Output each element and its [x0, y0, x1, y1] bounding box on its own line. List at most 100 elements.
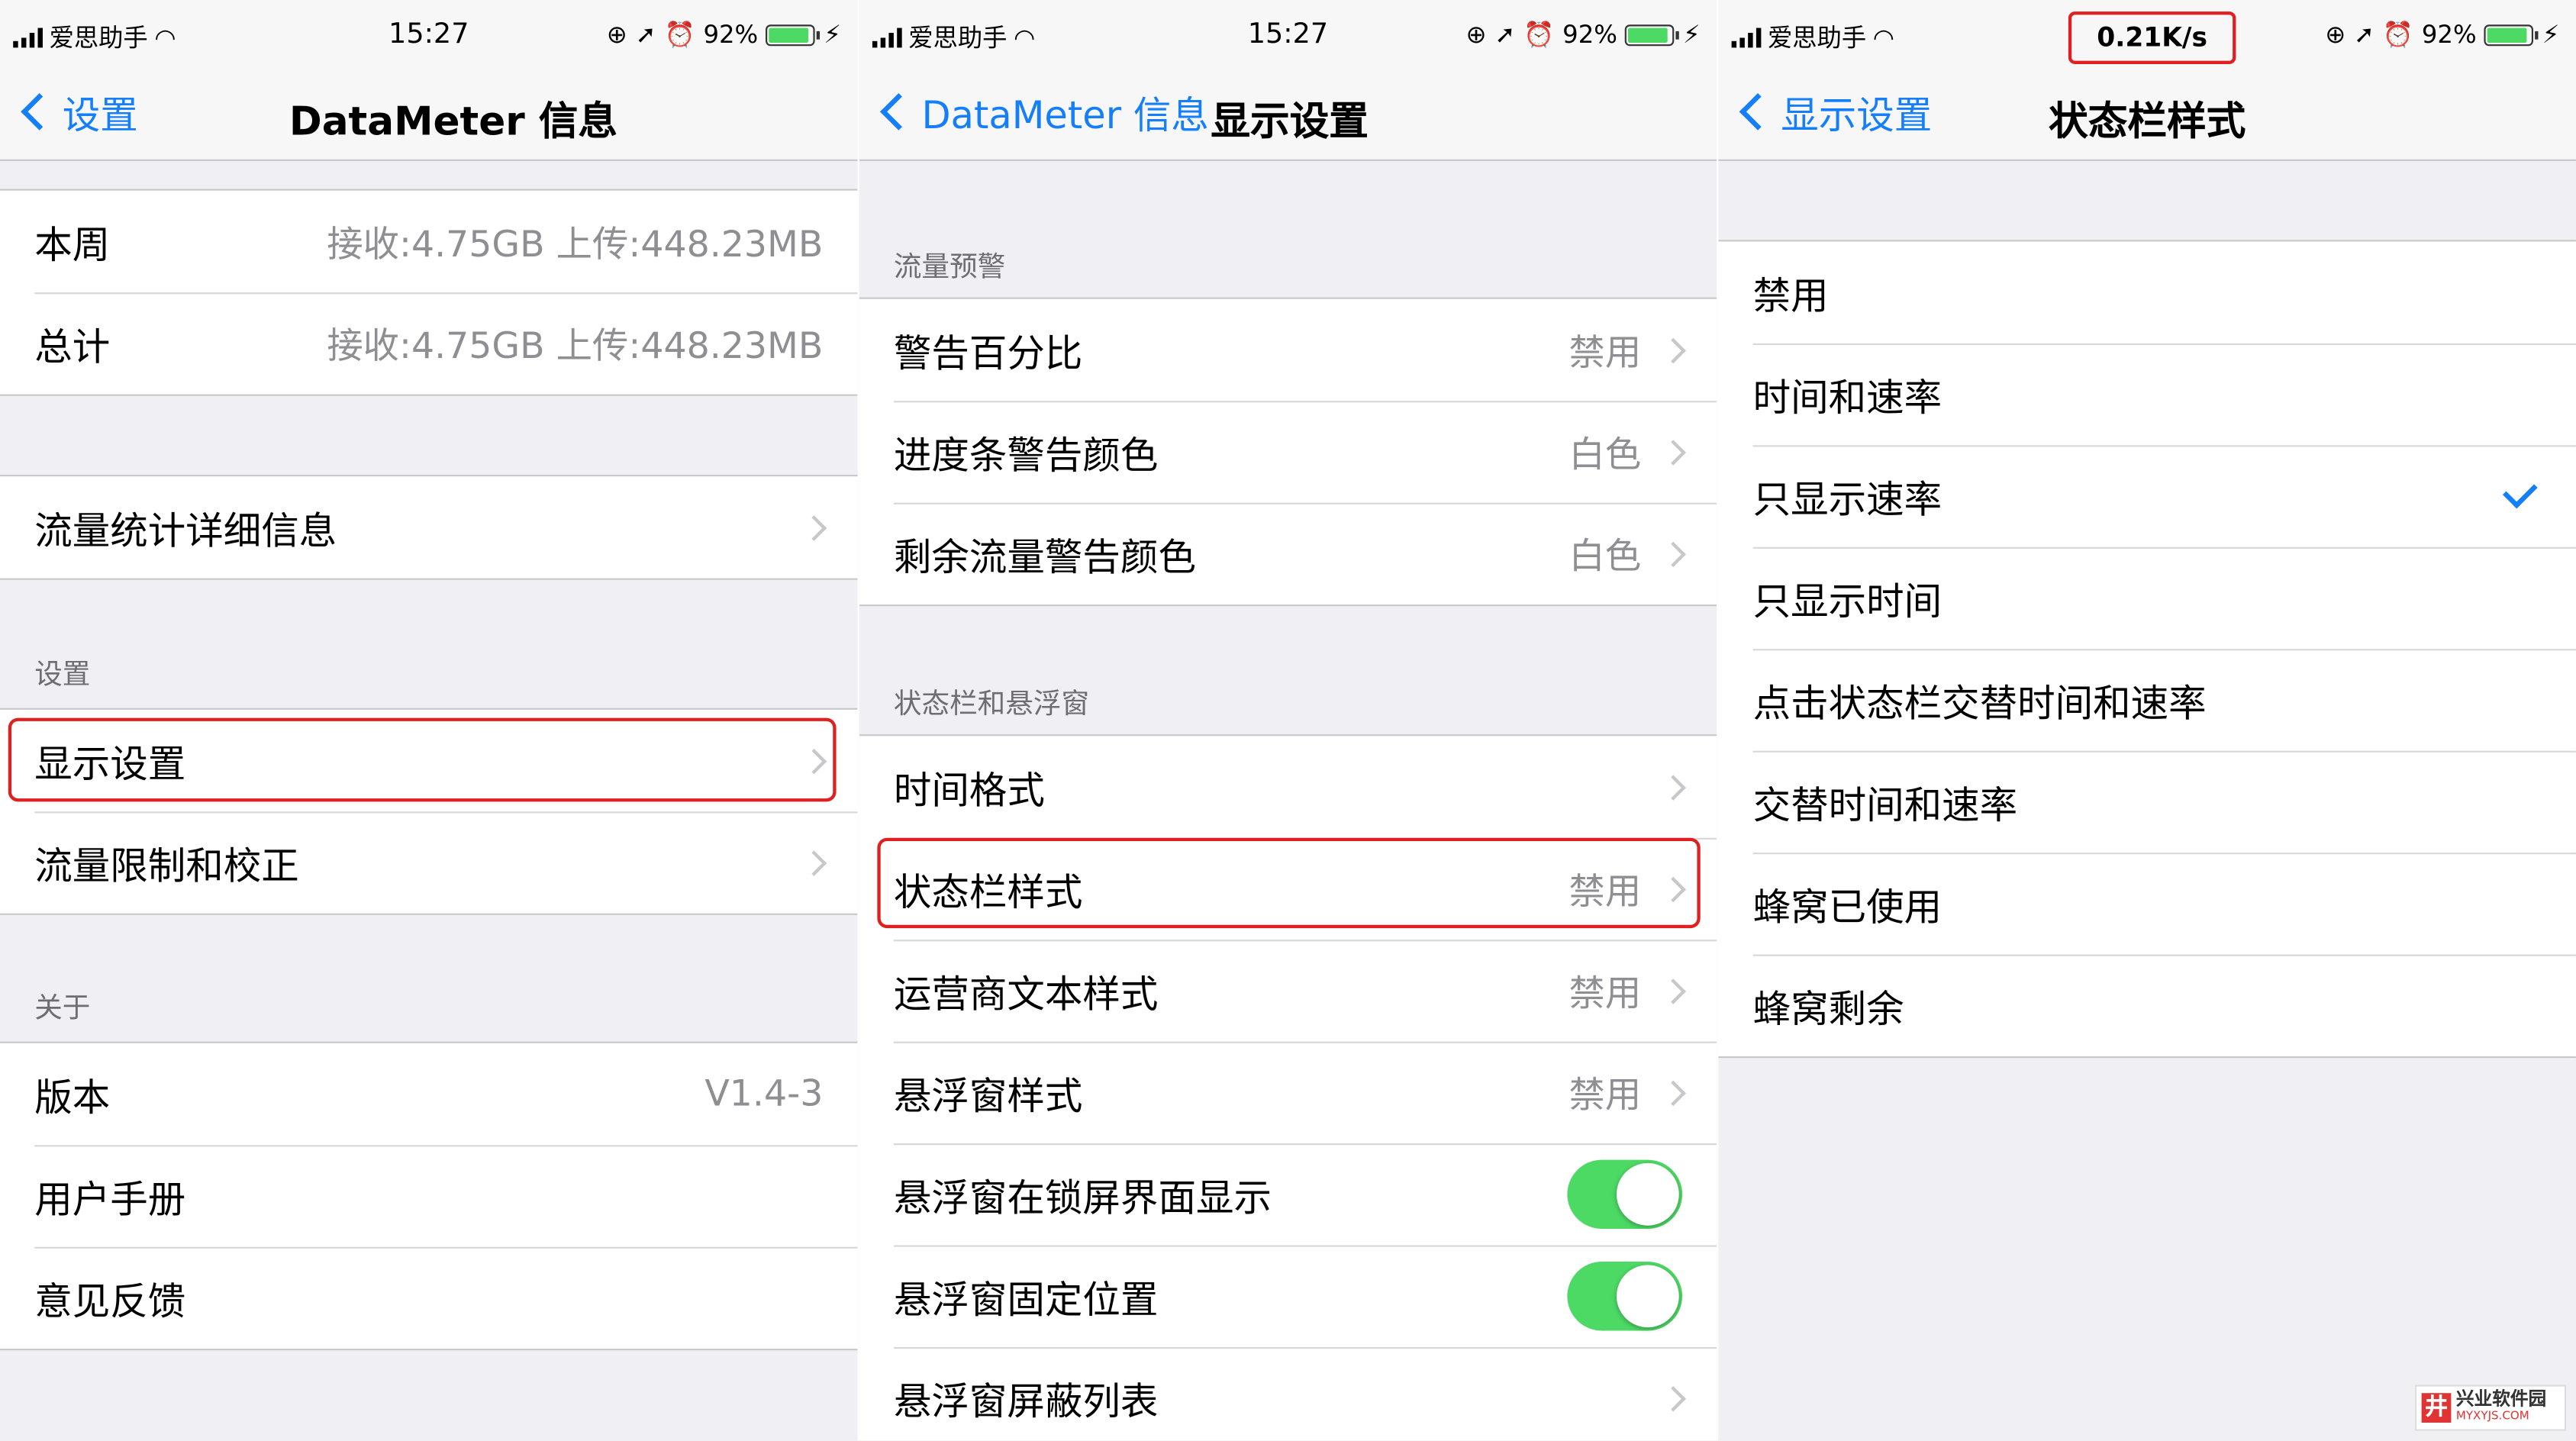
checkmark-icon [2502, 473, 2538, 509]
row-label: 时间格式 [893, 770, 1045, 814]
option-row[interactable]: 蜂窝剩余 [1718, 954, 2576, 1056]
row-label: 运营商文本样式 [893, 974, 1159, 1017]
nav-bar: 设置 DataMeter 信息 [0, 72, 858, 161]
chevron-right-icon [801, 849, 827, 875]
nav-bar: 显示设置 状态栏样式 [1718, 72, 2576, 161]
status-bar: 爱思助手 ◠ 15:27 ⊕ ➚ ⏰ 92% ⚡ [0, 0, 858, 73]
usage-row-week: 本周 接收:4.75GB 上传:448.23MB [0, 191, 858, 292]
feedback-row[interactable]: 意见反馈 [0, 1246, 858, 1349]
option-label: 禁用 [1752, 276, 1829, 319]
chevron-left-icon [21, 93, 59, 131]
location-icon: ➚ [635, 19, 656, 50]
option-row[interactable]: 只显示时间 [1718, 546, 2576, 649]
battery-percent: 92% [2421, 19, 2477, 50]
option-row[interactable]: 蜂窝已使用 [1718, 853, 2576, 954]
option-row[interactable]: 时间和速率 [1718, 343, 2576, 445]
back-label: 显示设置 [1781, 95, 1933, 138]
back-button[interactable]: 设置 [17, 85, 138, 138]
section-header-settings: 设置 [34, 659, 91, 692]
section-header-warning: 流量预警 [893, 251, 1006, 285]
chevron-right-icon [1660, 1385, 1686, 1411]
chevron-right-icon [1660, 439, 1686, 465]
row-label: 显示设置 [34, 744, 186, 787]
panel-divider [1717, 0, 1719, 1441]
progress-warning-color-row[interactable]: 进度条警告颜色 白色 [859, 401, 1717, 502]
battery-icon [766, 24, 821, 46]
watermark-name: 兴业软件园 [2455, 1388, 2547, 1410]
back-label: 设置 [62, 95, 138, 138]
option-row[interactable]: 禁用 [1718, 241, 2576, 343]
version-value: V1.4-3 [704, 1073, 824, 1115]
option-label: 只显示速率 [1752, 479, 1942, 523]
chevron-right-icon [1660, 540, 1686, 567]
watermark-url: MYXYJS.COM [2455, 1409, 2529, 1423]
warning-percent-row[interactable]: 警告百分比 禁用 [859, 299, 1717, 401]
row-label: 本周 [34, 224, 111, 268]
alarm-icon: ⏰ [664, 19, 695, 50]
chevron-left-icon [880, 93, 917, 131]
option-row[interactable]: 交替时间和速率 [1718, 750, 2576, 853]
row-label: 悬浮窗屏蔽列表 [893, 1381, 1159, 1425]
screenshot-stage: 爱思助手 ◠ 15:27 ⊕ ➚ ⏰ 92% ⚡ 设置 DataMeter 信息 [0, 0, 2576, 1441]
row-label: 悬浮窗固定位置 [893, 1279, 1159, 1323]
rotation-lock-icon: ⊕ [1465, 19, 1487, 50]
rotation-lock-icon: ⊕ [606, 19, 627, 50]
nav-bar: DataMeter 信息 显示设置 [859, 72, 1717, 161]
statusbar-style-row[interactable]: 状态栏样式 禁用 [859, 837, 1717, 940]
row-label: 进度条警告颜色 [893, 435, 1159, 479]
remaining-warning-color-row[interactable]: 剩余流量警告颜色 白色 [859, 502, 1717, 604]
time-format-row[interactable]: 时间格式 [859, 736, 1717, 837]
row-value: 禁用 [1568, 333, 1642, 375]
limit-calibrate-row[interactable]: 流量限制和校正 [0, 811, 858, 913]
option-label: 点击状态栏交替时间和速率 [1752, 683, 2207, 727]
row-value: 接收:4.75GB 上传:448.23MB [327, 224, 824, 266]
display-settings-row[interactable]: 显示设置 [0, 710, 858, 811]
chevron-right-icon [1660, 875, 1686, 902]
statusbar-style-options: 禁用 时间和速率 只显示速率 只显示时间 点击状态栏交替时间和速率 交替时间和速… [1718, 240, 2576, 1059]
signal-icon [1731, 27, 1762, 47]
option-label: 蜂窝已使用 [1752, 887, 1942, 930]
carrier-label: 爱思助手 [1767, 23, 1867, 53]
row-value: 白色 [1568, 537, 1642, 579]
speed-readout: 0.21K/s [2068, 11, 2236, 64]
rotation-lock-icon: ⊕ [2325, 19, 2346, 50]
row-label: 状态栏样式 [893, 872, 1083, 915]
row-label: 悬浮窗样式 [893, 1075, 1083, 1119]
battery-icon [2484, 24, 2539, 46]
option-row[interactable]: 点击状态栏交替时间和速率 [1718, 649, 2576, 750]
option-label: 交替时间和速率 [1752, 785, 2018, 828]
usage-row-total: 总计 接收:4.75GB 上传:448.23MB [0, 292, 858, 394]
option-label: 蜂窝剩余 [1752, 988, 1904, 1032]
panel-divider [857, 0, 859, 1441]
back-label: DataMeter 信息 [921, 95, 1209, 138]
charging-icon: ⚡ [1683, 19, 1701, 50]
floating-window-style-row[interactable]: 悬浮窗样式 禁用 [859, 1041, 1717, 1143]
row-label: 用户手册 [34, 1179, 186, 1223]
location-icon: ➚ [1494, 19, 1516, 50]
panel-datameter-info: 爱思助手 ◠ 15:27 ⊕ ➚ ⏰ 92% ⚡ 设置 DataMeter 信息 [0, 0, 858, 1441]
row-label: 意见反馈 [34, 1281, 186, 1324]
chevron-left-icon [1739, 93, 1777, 131]
fixed-position-toggle[interactable] [1567, 1262, 1683, 1331]
page-title: 状态栏样式 [2049, 98, 2246, 145]
user-manual-row[interactable]: 用户手册 [0, 1145, 858, 1246]
status-bar: 爱思助手 ◠ 15:27 ⊕ ➚ ⏰ 92% ⚡ [859, 0, 1717, 73]
alarm-icon: ⏰ [2382, 19, 2414, 50]
option-label: 时间和速率 [1752, 378, 1942, 421]
battery-percent: 92% [703, 19, 759, 50]
carrier-text-style-row[interactable]: 运营商文本样式 禁用 [859, 940, 1717, 1041]
battery-percent: 92% [1562, 19, 1617, 50]
chevron-right-icon [1660, 337, 1686, 363]
chevron-right-icon [801, 747, 827, 774]
lockscreen-float-row: 悬浮窗在锁屏界面显示 [859, 1143, 1717, 1245]
detail-stats-row[interactable]: 流量统计详细信息 [0, 476, 858, 578]
back-button[interactable]: 显示设置 [1735, 85, 1932, 138]
lockscreen-float-toggle[interactable] [1567, 1159, 1683, 1229]
back-button[interactable]: DataMeter 信息 [875, 85, 1209, 138]
page-title: DataMeter 信息 [289, 98, 618, 145]
wifi-icon: ◠ [1872, 22, 1894, 52]
option-row[interactable]: 只显示速率 [1718, 445, 2576, 546]
chevron-right-icon [1660, 978, 1686, 1004]
row-value: 禁用 [1568, 974, 1642, 1016]
float-blocklist-row[interactable]: 悬浮窗屏蔽列表 [859, 1346, 1717, 1441]
